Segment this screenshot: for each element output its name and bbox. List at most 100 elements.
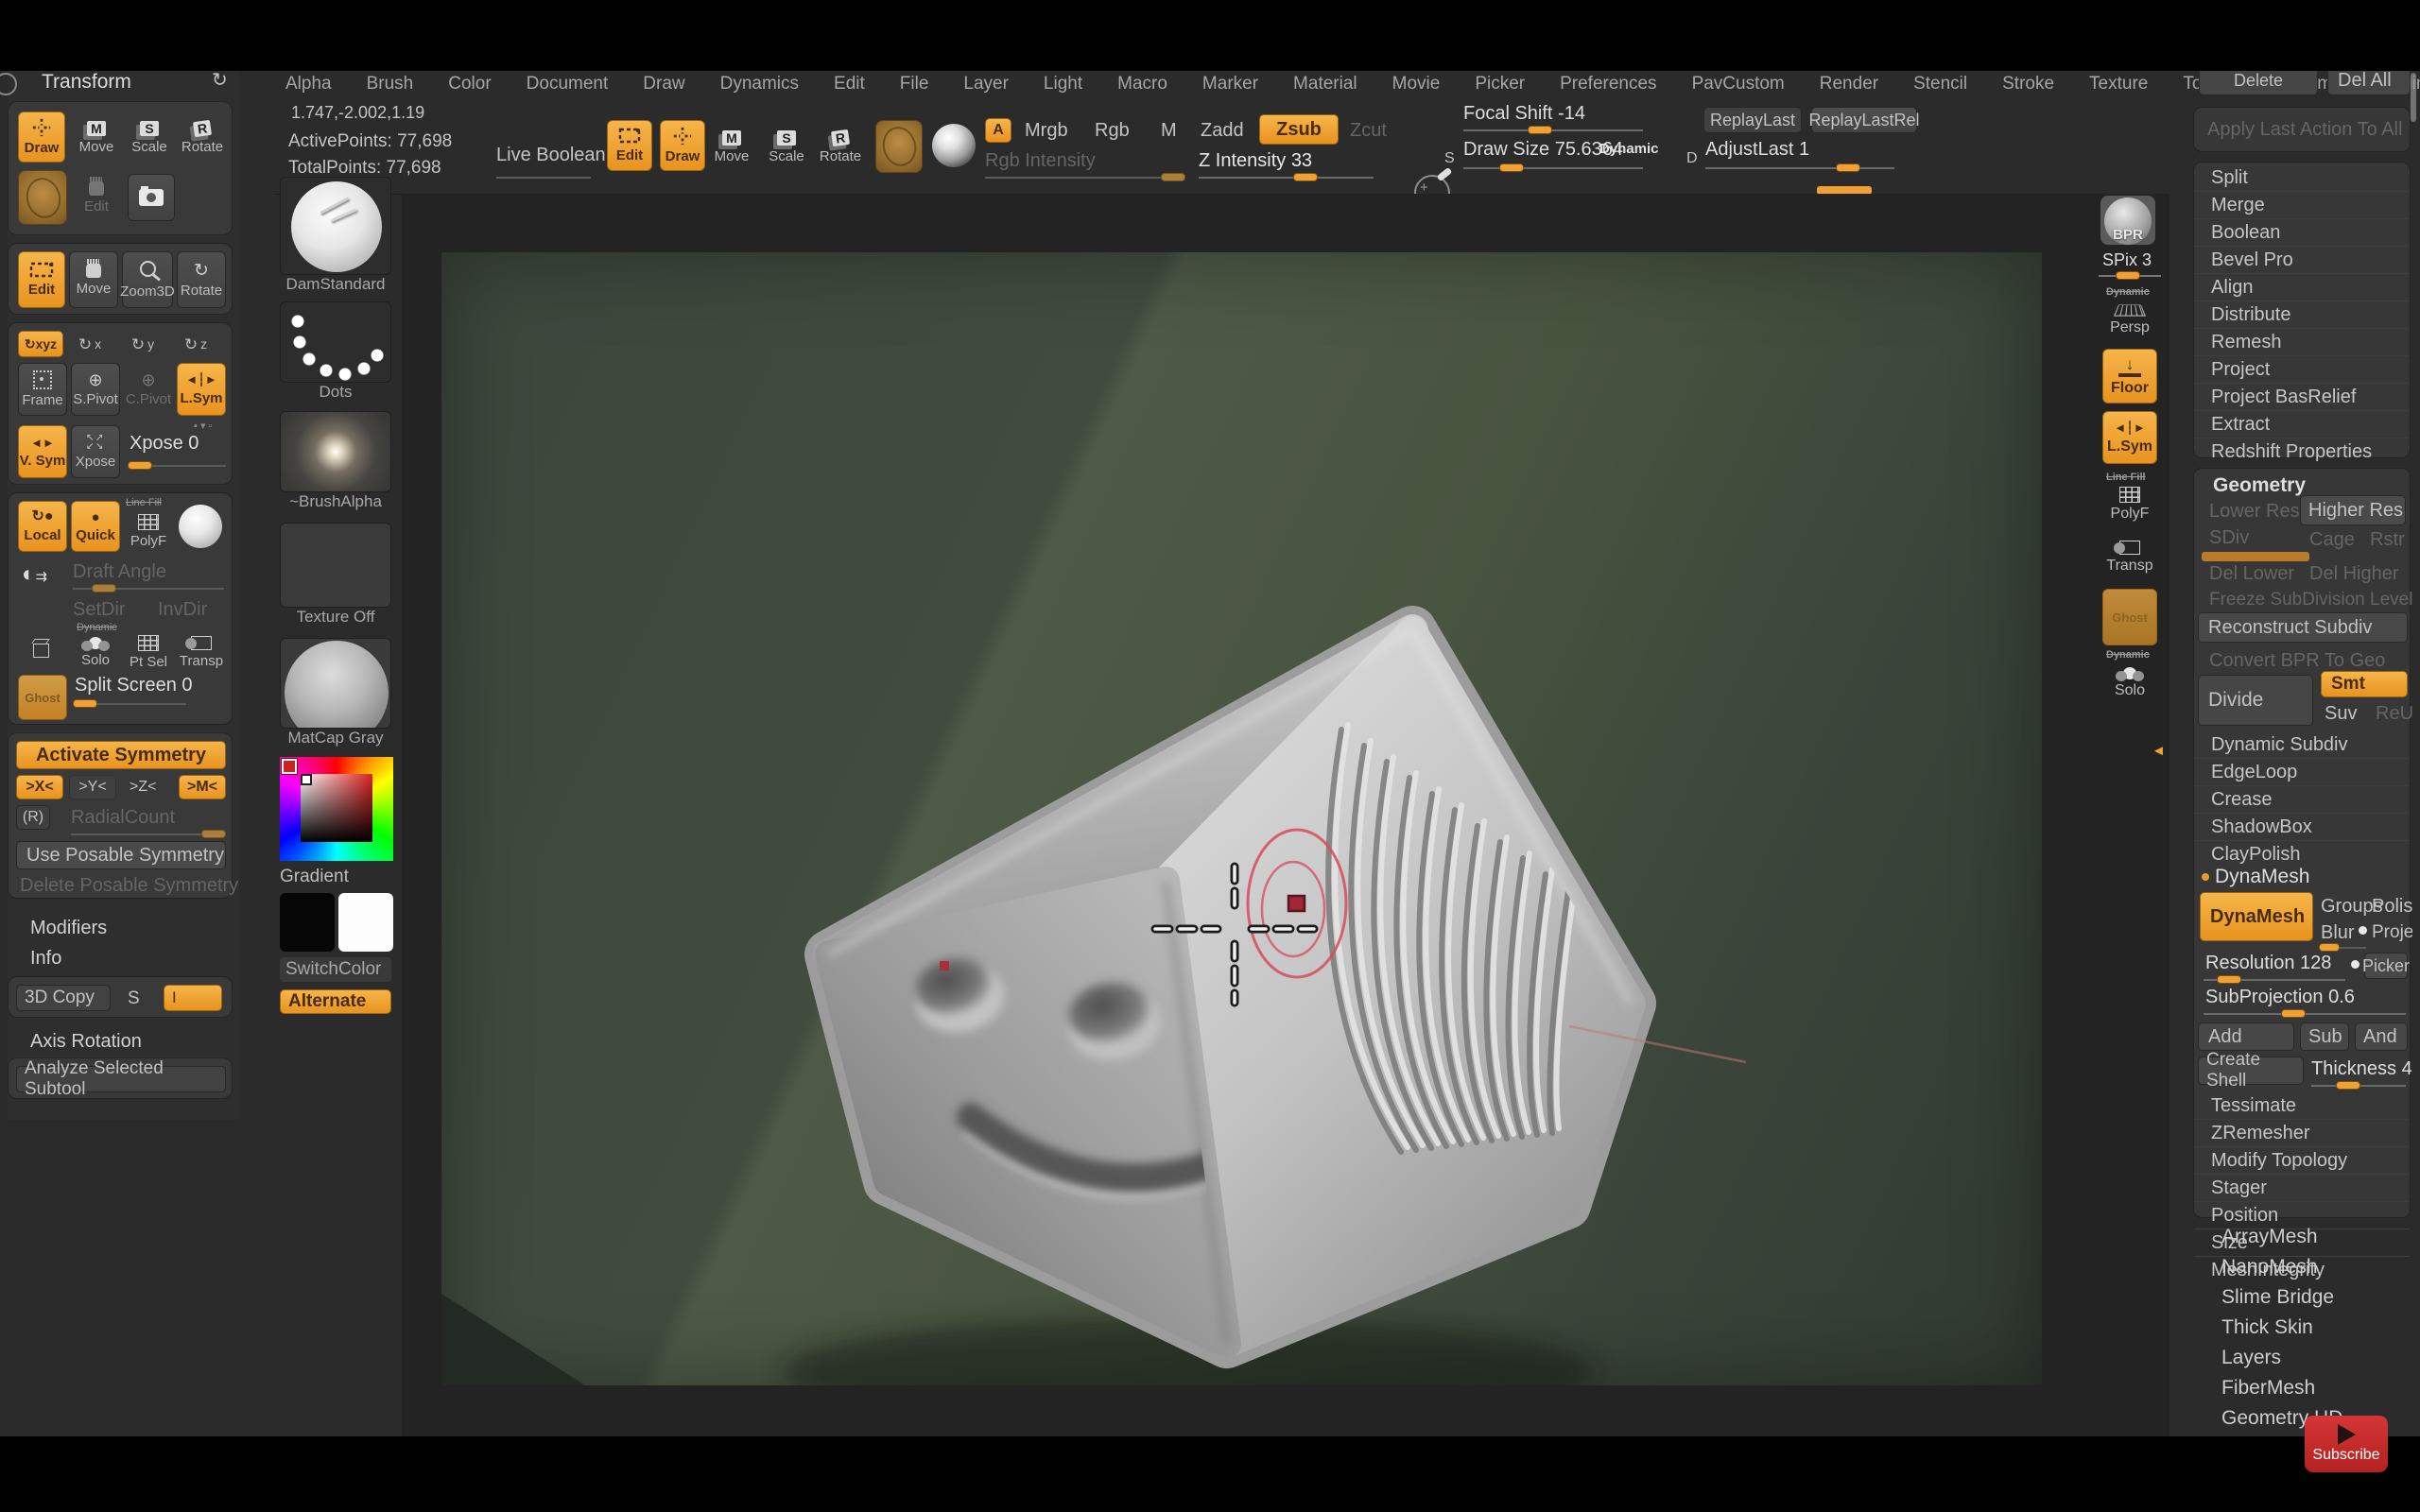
menu-item[interactable]: Color (448, 74, 491, 94)
document-viewport[interactable] (441, 252, 2042, 1385)
tool-action[interactable]: Extract (2194, 410, 2410, 438)
hue-selector[interactable] (282, 759, 297, 774)
zcut-toggle[interactable]: Zcut (1350, 120, 1387, 142)
focal-shift-track[interactable] (1463, 129, 1643, 131)
geometry-subsection[interactable]: ShadowBox (2194, 813, 2410, 840)
tool-section[interactable]: ArrayMesh (2193, 1222, 2411, 1252)
menu-item[interactable]: File (900, 74, 929, 94)
frame-button[interactable]: Frame (18, 363, 67, 416)
panel-rotate-button[interactable]: R Rotate (179, 113, 226, 163)
tool-action[interactable]: Project BasRelief (2194, 383, 2410, 410)
tool-action[interactable]: Project (2194, 355, 2410, 383)
create-shell-button[interactable]: Create Shell (2198, 1057, 2304, 1085)
rotate-xyz-button[interactable]: ↻xyz (18, 331, 63, 357)
ghost-button[interactable]: Ghost (18, 675, 67, 720)
menu-item[interactable]: Layer (963, 74, 1009, 94)
panel-scroll-arrow[interactable]: ◄ (2152, 744, 2166, 758)
tool-section[interactable]: Layers (2193, 1343, 2411, 1373)
tool-section[interactable]: NanoMesh (2193, 1252, 2411, 1282)
alternate-button[interactable]: Alternate (280, 989, 391, 1014)
draw-size-track[interactable] (1463, 167, 1643, 169)
rotate-y-button[interactable]: ↻y (124, 331, 162, 357)
bpr-button[interactable]: BPR (2100, 196, 2155, 245)
z-intensity-slider-label[interactable]: Z Intensity 33 (1199, 150, 1312, 172)
project-toggle[interactable]: Project (2372, 922, 2412, 943)
geometry-item[interactable]: ZRemesher (2194, 1119, 2410, 1146)
copy-3d-button[interactable]: 3D Copy (16, 985, 111, 1011)
geometry-item[interactable]: Stager (2194, 1174, 2410, 1201)
z-intensity-track[interactable] (1199, 177, 1374, 179)
menu-item[interactable]: Macro (1117, 74, 1167, 94)
refresh-icon[interactable]: ↻ (212, 71, 228, 90)
camera-snapshot-button[interactable] (128, 174, 175, 221)
polyframe-button[interactable]: PolyF (124, 508, 173, 554)
modifiers-section[interactable]: Modifiers (30, 918, 107, 939)
geometry-subsection[interactable]: Crease (2194, 785, 2410, 813)
palette-title[interactable]: Transform (42, 71, 131, 94)
resolution-handle[interactable] (2217, 975, 2241, 984)
tool-action[interactable]: Distribute (2194, 301, 2410, 328)
menu-item[interactable]: Stencil (1913, 74, 1967, 94)
tool-action[interactable]: Boolean (2194, 218, 2410, 246)
tool-action[interactable]: Split (2194, 164, 2410, 191)
menu-item[interactable]: Material (1293, 74, 1357, 94)
divide-button[interactable]: Divide (2198, 675, 2313, 726)
draw-mode-button[interactable]: Draw (660, 120, 705, 171)
menu-item[interactable]: Movie (1392, 74, 1441, 94)
edit-object-button[interactable]: Edit (607, 120, 652, 171)
stroke-name[interactable]: Dots (280, 383, 391, 402)
adjust-last-handle[interactable] (1836, 163, 1860, 172)
draft-dir-icon[interactable]: ◐⇉ (22, 563, 47, 586)
secondary-color-swatch[interactable] (338, 893, 393, 952)
interactive-toggle[interactable]: I (164, 985, 222, 1011)
menu-item[interactable]: Render (1820, 74, 1878, 94)
current-brush-preview[interactable] (875, 120, 923, 173)
blur-slider-label[interactable]: Blur (2321, 922, 2355, 944)
tool-action[interactable]: Remesh (2194, 328, 2410, 355)
m-toggle[interactable]: M (1161, 120, 1177, 142)
quick-button[interactable]: ● Quick (71, 501, 120, 552)
tool-section[interactable]: Slime Bridge (2193, 1282, 2411, 1313)
brush-selector[interactable] (280, 177, 391, 275)
tool-action[interactable]: Bevel Pro (2194, 246, 2410, 273)
dynamesh-header[interactable]: DynaMesh (2202, 866, 2309, 888)
tool-section[interactable]: FiberMesh (2193, 1373, 2411, 1403)
right-scrollbar-thumb[interactable] (2411, 73, 2416, 122)
transparency-button[interactable]: Transp (177, 631, 226, 673)
polish-toggle[interactable]: Polish (2372, 896, 2412, 918)
sym-m-button[interactable]: >M< (179, 775, 226, 799)
zsub-toggle[interactable]: Zsub (1259, 114, 1339, 145)
subprojection-handle[interactable] (2281, 1009, 2306, 1018)
rotate-z-button[interactable]: ↻z (177, 331, 215, 357)
and-button[interactable]: And (2355, 1022, 2408, 1051)
analyze-subtool-button[interactable]: Analyze Selected Subtool (16, 1066, 226, 1092)
xpose-handle[interactable] (128, 461, 152, 470)
subprojection-slider-label[interactable]: SubProjection 0.6 (2205, 987, 2355, 1008)
menu-item[interactable]: Edit (834, 74, 865, 94)
nav-move-button[interactable]: Move (69, 251, 118, 308)
live-boolean-toggle[interactable]: Live Boolean (496, 145, 606, 166)
material-name[interactable]: MatCap Gray (280, 729, 391, 747)
menu-item[interactable]: Light (1044, 74, 1082, 94)
panel-move-button[interactable]: M Move (73, 113, 120, 163)
menu-item[interactable]: Alpha (285, 74, 332, 94)
resolution-slider-label[interactable]: Resolution 128 (2205, 953, 2331, 974)
sym-z-button[interactable]: >Z< (130, 779, 156, 796)
tool-action[interactable]: Merge (2194, 191, 2410, 218)
rgb-intensity-track[interactable] (985, 177, 1184, 179)
add-button[interactable]: Add (2198, 1022, 2294, 1051)
activate-symmetry-button[interactable]: Activate Symmetry (16, 741, 226, 769)
tool-action[interactable]: Align (2194, 273, 2410, 301)
split-screen-handle[interactable] (73, 699, 97, 708)
panel-scale-button[interactable]: S Scale (126, 113, 173, 163)
higher-res-button[interactable]: Higher Res (2300, 495, 2406, 525)
set-pivot-button[interactable]: ⊕ S.Pivot (71, 363, 120, 416)
anchor-toggle[interactable]: A (985, 118, 1011, 143)
alpha-name[interactable]: ~BrushAlpha (280, 492, 391, 511)
solo-button[interactable]: Solo (71, 631, 120, 673)
draw-size-handle[interactable] (1499, 163, 1524, 172)
rgb-intensity-slider-label[interactable]: Rgb Intensity (985, 150, 1096, 172)
ghost-shortcut-button[interactable]: Ghost (2102, 589, 2157, 645)
move-mode-button[interactable]: M Move (711, 124, 752, 171)
menu-item[interactable]: Preferences (1560, 74, 1656, 94)
